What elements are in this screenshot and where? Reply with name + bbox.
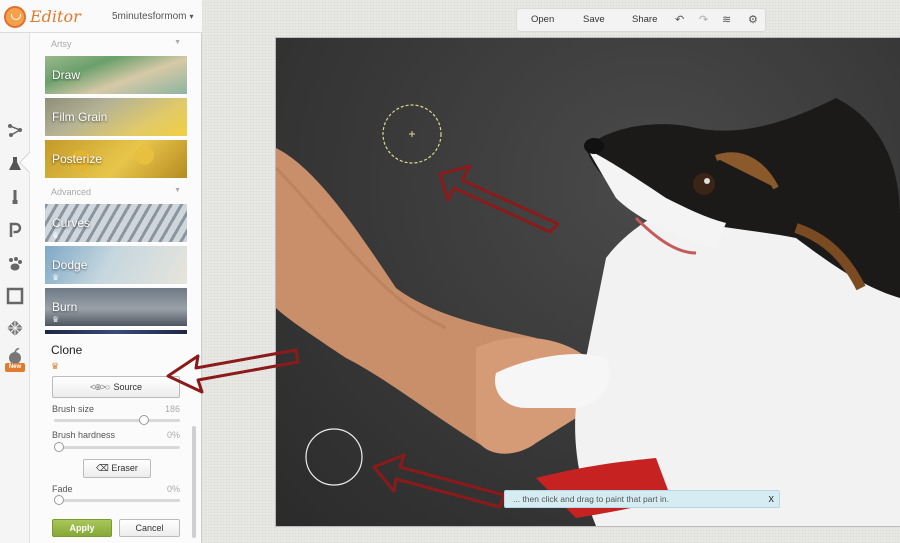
close-icon[interactable]: x [769,491,775,507]
annotation-arrow [438,164,560,234]
annotation-overlay [166,164,560,509]
annotation-arrow [372,453,506,509]
annotation-arrow [166,348,300,394]
tip-banner: ... then click and drag to paint that pa… [504,490,780,508]
tip-text: ... then click and drag to paint that pa… [513,494,669,504]
